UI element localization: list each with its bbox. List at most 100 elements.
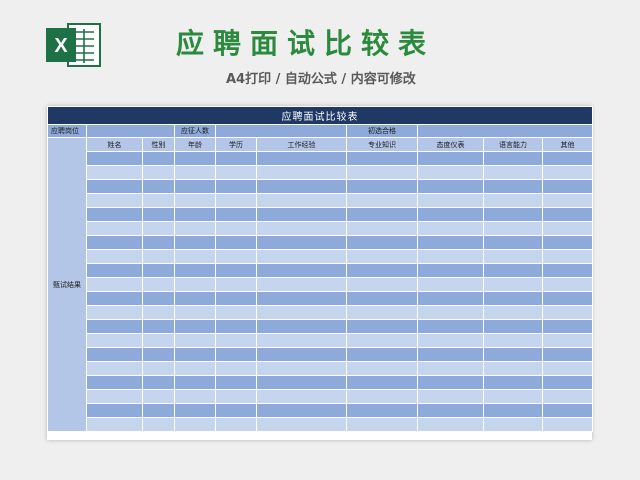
table-cell[interactable] <box>541 305 594 320</box>
table-cell[interactable] <box>215 277 257 292</box>
table-cell[interactable] <box>417 249 484 264</box>
table-cell[interactable] <box>417 361 484 376</box>
initial-pass-value-cell[interactable] <box>416 124 594 138</box>
table-cell[interactable] <box>541 291 594 306</box>
table-cell[interactable] <box>483 207 543 222</box>
table-cell[interactable] <box>174 333 216 348</box>
table-cell[interactable] <box>346 277 418 292</box>
table-cell[interactable] <box>86 179 143 194</box>
table-cell[interactable] <box>346 417 418 432</box>
table-cell[interactable] <box>256 389 347 404</box>
table-cell[interactable] <box>483 235 543 250</box>
table-cell[interactable] <box>417 333 484 348</box>
table-cell[interactable] <box>541 277 594 292</box>
table-cell[interactable] <box>417 291 484 306</box>
table-cell[interactable] <box>215 375 257 390</box>
table-cell[interactable] <box>215 291 257 306</box>
table-cell[interactable] <box>483 221 543 236</box>
table-cell[interactable] <box>142 151 175 166</box>
table-cell[interactable] <box>86 193 143 208</box>
table-cell[interactable] <box>142 277 175 292</box>
table-cell[interactable] <box>541 207 594 222</box>
table-cell[interactable] <box>256 375 347 390</box>
table-cell[interactable] <box>483 165 543 180</box>
table-cell[interactable] <box>174 193 216 208</box>
table-cell[interactable] <box>215 165 257 180</box>
table-cell[interactable] <box>256 277 347 292</box>
table-cell[interactable] <box>142 179 175 194</box>
table-cell[interactable] <box>86 221 143 236</box>
table-cell[interactable] <box>256 235 347 250</box>
table-cell[interactable] <box>346 151 418 166</box>
table-cell[interactable] <box>174 417 216 432</box>
table-cell[interactable] <box>417 389 484 404</box>
table-cell[interactable] <box>86 389 143 404</box>
table-cell[interactable] <box>86 347 143 362</box>
table-cell[interactable] <box>215 221 257 236</box>
table-cell[interactable] <box>256 263 347 278</box>
table-cell[interactable] <box>541 333 594 348</box>
table-cell[interactable] <box>174 375 216 390</box>
headcount-value-cell[interactable] <box>215 124 347 138</box>
table-cell[interactable] <box>215 305 257 320</box>
table-cell[interactable] <box>541 179 594 194</box>
position-value-cell[interactable] <box>86 124 175 138</box>
table-cell[interactable] <box>142 333 175 348</box>
table-cell[interactable] <box>346 403 418 418</box>
table-cell[interactable] <box>541 221 594 236</box>
table-cell[interactable] <box>256 179 347 194</box>
table-cell[interactable] <box>174 389 216 404</box>
table-cell[interactable] <box>174 263 216 278</box>
table-cell[interactable] <box>142 347 175 362</box>
table-cell[interactable] <box>483 333 543 348</box>
table-cell[interactable] <box>483 403 543 418</box>
table-cell[interactable] <box>346 291 418 306</box>
table-cell[interactable] <box>142 263 175 278</box>
table-cell[interactable] <box>256 291 347 306</box>
table-cell[interactable] <box>417 221 484 236</box>
table-cell[interactable] <box>541 375 594 390</box>
table-cell[interactable] <box>174 165 216 180</box>
table-cell[interactable] <box>256 249 347 264</box>
table-cell[interactable] <box>86 319 143 334</box>
table-cell[interactable] <box>417 207 484 222</box>
table-cell[interactable] <box>86 263 143 278</box>
table-cell[interactable] <box>483 347 543 362</box>
table-cell[interactable] <box>142 221 175 236</box>
table-cell[interactable] <box>256 347 347 362</box>
table-cell[interactable] <box>86 305 143 320</box>
table-cell[interactable] <box>541 263 594 278</box>
table-cell[interactable] <box>417 193 484 208</box>
table-cell[interactable] <box>346 305 418 320</box>
table-cell[interactable] <box>417 235 484 250</box>
table-cell[interactable] <box>174 319 216 334</box>
table-cell[interactable] <box>174 221 216 236</box>
table-cell[interactable] <box>346 249 418 264</box>
table-cell[interactable] <box>142 361 175 376</box>
table-cell[interactable] <box>174 235 216 250</box>
table-cell[interactable] <box>174 179 216 194</box>
table-cell[interactable] <box>215 179 257 194</box>
table-cell[interactable] <box>256 193 347 208</box>
table-cell[interactable] <box>346 179 418 194</box>
table-cell[interactable] <box>142 375 175 390</box>
table-cell[interactable] <box>142 305 175 320</box>
table-cell[interactable] <box>142 165 175 180</box>
table-cell[interactable] <box>215 207 257 222</box>
table-cell[interactable] <box>541 319 594 334</box>
table-cell[interactable] <box>256 151 347 166</box>
table-cell[interactable] <box>86 235 143 250</box>
table-cell[interactable] <box>256 361 347 376</box>
table-cell[interactable] <box>483 179 543 194</box>
table-cell[interactable] <box>541 347 594 362</box>
table-cell[interactable] <box>483 389 543 404</box>
table-cell[interactable] <box>142 389 175 404</box>
table-cell[interactable] <box>86 403 143 418</box>
table-cell[interactable] <box>346 263 418 278</box>
table-cell[interactable] <box>174 207 216 222</box>
table-cell[interactable] <box>346 375 418 390</box>
table-cell[interactable] <box>417 277 484 292</box>
table-cell[interactable] <box>483 263 543 278</box>
table-cell[interactable] <box>346 165 418 180</box>
table-cell[interactable] <box>541 249 594 264</box>
